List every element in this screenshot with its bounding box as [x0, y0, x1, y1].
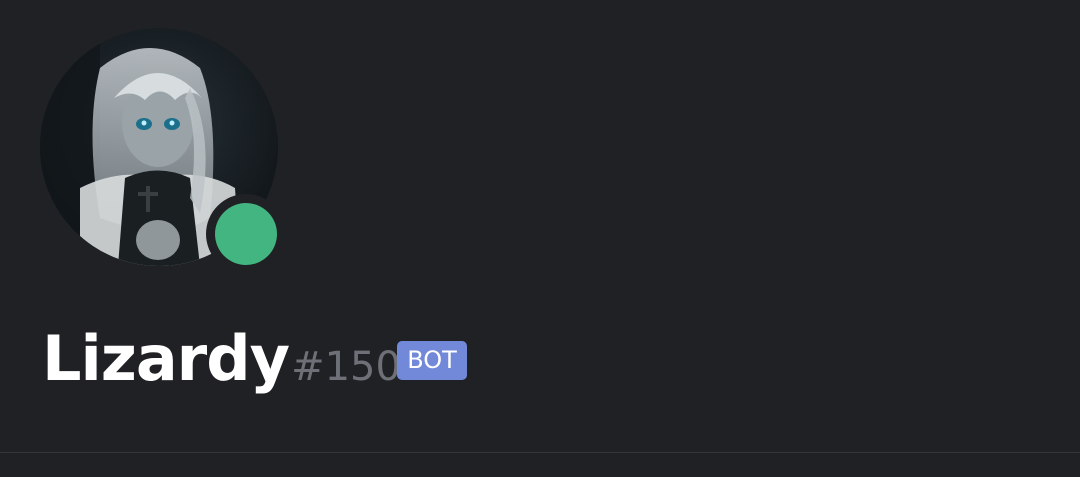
online-status-icon: [215, 203, 277, 265]
name-row: Lizardy #1501: [42, 322, 426, 395]
divider: [0, 452, 1080, 453]
bot-badge: BOT: [397, 341, 467, 380]
user-profile-header: Lizardy #1501 BOT: [0, 0, 1080, 477]
username[interactable]: Lizardy: [42, 322, 290, 395]
